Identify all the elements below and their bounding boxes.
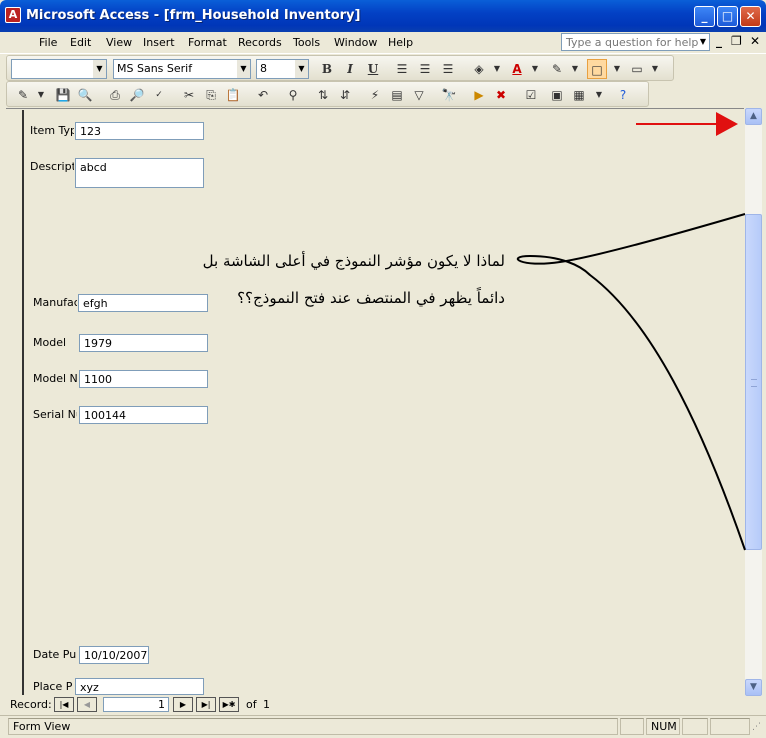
of-label: of <box>246 698 257 711</box>
status-view: Form View <box>8 718 618 735</box>
last-record-button[interactable]: ▶| <box>196 697 216 712</box>
status-cell-scrl <box>682 718 708 735</box>
first-record-button[interactable]: |◀ <box>54 697 74 712</box>
record-navigation-bar: Record: |◀ ◀ 1 ▶ ▶| ▶✱ of 1 <box>6 696 762 714</box>
previous-record-button[interactable]: ◀ <box>77 697 97 712</box>
status-cell-caps <box>620 718 644 735</box>
record-label: Record: <box>10 698 52 711</box>
annotation-loop-curve <box>516 213 746 551</box>
resize-grip-icon[interactable]: ⋰ <box>752 722 761 732</box>
current-record-input[interactable]: 1 <box>103 697 169 712</box>
status-num: NUM <box>646 718 680 735</box>
red-arrow-head <box>716 112 738 136</box>
record-total: 1 <box>263 698 270 711</box>
status-bar: Form View NUM ⋰ <box>0 715 766 738</box>
status-cell-ovr <box>710 718 750 735</box>
annotation-drawing <box>516 112 746 551</box>
new-record-nav-button[interactable]: ▶✱ <box>219 697 239 712</box>
next-record-button[interactable]: ▶ <box>173 697 193 712</box>
